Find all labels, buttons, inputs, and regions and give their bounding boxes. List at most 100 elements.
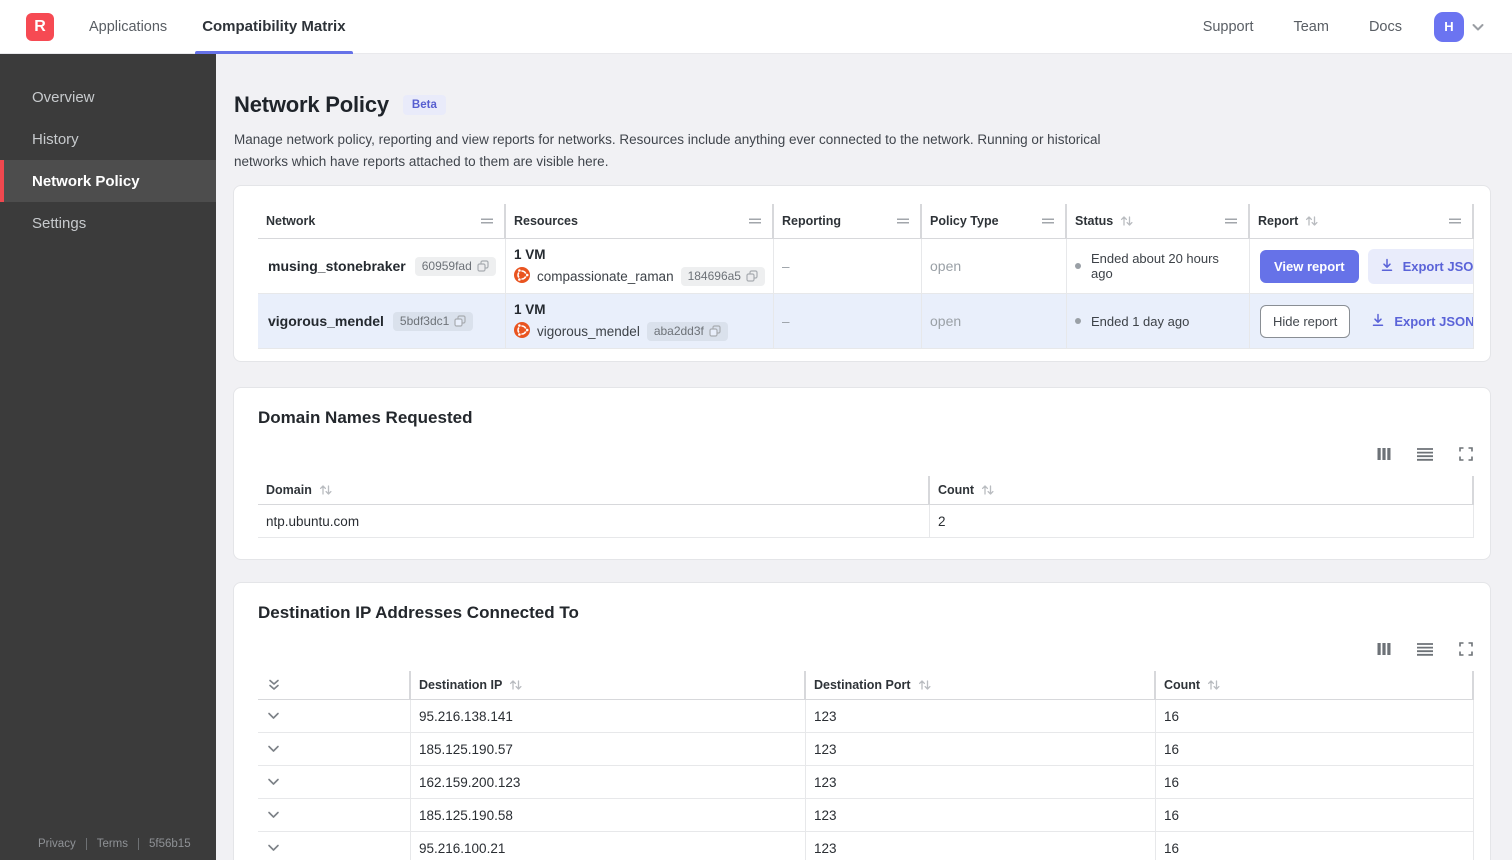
sort-arrows-icon[interactable] [1119, 215, 1135, 227]
table-row[interactable]: 185.125.190.57 123 16 [258, 733, 1474, 767]
table-row[interactable]: 95.216.100.21 123 16 [258, 832, 1474, 860]
user-menu[interactable]: H [1434, 11, 1486, 42]
main-content: Network Policy Beta Manage network polic… [216, 54, 1512, 860]
sidebar-footer: Privacy Terms 5f56b15 [0, 838, 216, 860]
chevron-down-icon [1470, 19, 1486, 35]
rows-icon[interactable] [1416, 641, 1434, 657]
sort-arrows-icon[interactable] [508, 679, 524, 691]
footer-divider [138, 838, 140, 850]
policy-type-value: open [922, 294, 1067, 349]
copy-icon[interactable] [454, 315, 466, 327]
count-value: 2 [930, 505, 1474, 538]
column-header-domain: Domain [266, 483, 312, 498]
active-tab-underline [195, 50, 353, 54]
network-id-badge: 5bdf3dc1 [392, 311, 474, 331]
destination-ip-value: 185.125.190.57 [411, 733, 806, 766]
column-header-reporting: Reporting [782, 214, 842, 229]
chevron-down-icon[interactable] [266, 744, 281, 754]
tab-applications[interactable]: Applications [89, 0, 167, 54]
view-report-button[interactable]: View report [1260, 249, 1359, 283]
drag-handle-icon[interactable] [748, 216, 762, 226]
domain-value: ntp.ubuntu.com [258, 505, 930, 538]
table-row[interactable]: 95.216.138.141 123 16 [258, 700, 1474, 734]
drag-handle-icon[interactable] [480, 216, 494, 226]
column-header-policy-type: Policy Type [930, 214, 999, 229]
sidebar-item-history[interactable]: History [0, 118, 216, 160]
beta-badge: Beta [402, 95, 446, 115]
vm-count: 1 VM [514, 246, 546, 262]
download-icon [1380, 258, 1394, 275]
chevron-down-icon[interactable] [266, 777, 281, 787]
status-dot [1075, 263, 1081, 270]
chevron-down-icon[interactable] [266, 711, 281, 721]
drag-handle-icon[interactable] [1041, 216, 1055, 226]
column-header-status: Status [1075, 214, 1114, 229]
network-name: vigorous_mendel [268, 313, 384, 330]
domains-table-header: Domain Count [258, 476, 1474, 505]
column-header-resources: Resources [514, 214, 578, 229]
count-value: 16 [1156, 700, 1474, 733]
sort-arrows-icon[interactable] [1304, 215, 1320, 227]
sort-arrows-icon[interactable] [1206, 679, 1222, 691]
columns-icon[interactable] [1376, 641, 1392, 657]
drag-handle-icon[interactable] [1448, 216, 1462, 226]
drag-handle-icon[interactable] [896, 216, 910, 226]
rows-icon[interactable] [1416, 446, 1434, 462]
sort-arrows-icon[interactable] [917, 679, 933, 691]
column-header-report: Report [1258, 214, 1299, 229]
copy-icon[interactable] [746, 270, 758, 282]
destination-ip-value: 95.216.138.141 [411, 700, 806, 733]
table-row[interactable]: 185.125.190.58 123 16 [258, 799, 1474, 833]
topbar-right: Support Team Docs H [1163, 11, 1486, 42]
networks-table-header: Network Resources Reporting Policy Type … [258, 204, 1474, 239]
avatar: H [1434, 11, 1464, 42]
destination-port-value: 123 [806, 733, 1156, 766]
vm-id-badge: aba2dd3f [646, 321, 728, 341]
copy-icon[interactable] [477, 260, 489, 272]
networks-card: Network Resources Reporting Policy Type … [233, 185, 1491, 363]
destination-ips-card: Destination IP Addresses Connected To De… [233, 582, 1491, 860]
table-row[interactable]: ntp.ubuntu.com 2 [258, 505, 1474, 539]
vm-name: compassionate_raman [537, 268, 674, 284]
count-value: 16 [1156, 832, 1474, 860]
page-description: Manage network policy, reporting and vie… [234, 132, 1101, 169]
docs-link[interactable]: Docs [1369, 19, 1402, 35]
privacy-link[interactable]: Privacy [38, 838, 76, 850]
sidebar-item-network-policy[interactable]: Network Policy [0, 160, 216, 202]
destination-port-value: 123 [806, 799, 1156, 832]
terms-link[interactable]: Terms [97, 838, 128, 850]
fullscreen-icon[interactable] [1458, 446, 1474, 462]
status-dot [1075, 318, 1081, 325]
destination-ip-value: 185.125.190.58 [411, 799, 806, 832]
reporting-value: – [774, 294, 922, 349]
sort-arrows-icon[interactable] [318, 484, 334, 496]
hide-report-button[interactable]: Hide report [1260, 304, 1351, 338]
double-chevron-down-icon[interactable] [266, 678, 282, 693]
copy-icon[interactable] [709, 325, 721, 337]
sidebar: Overview History Network Policy Settings… [0, 54, 216, 860]
table-row[interactable]: 162.159.200.123 123 16 [258, 766, 1474, 800]
sidebar-item-settings[interactable]: Settings [0, 202, 216, 244]
table-toolbar [258, 641, 1474, 657]
support-link[interactable]: Support [1203, 19, 1254, 35]
fullscreen-icon[interactable] [1458, 641, 1474, 657]
destination-ip-value: 95.216.100.21 [411, 832, 806, 860]
ubuntu-icon [514, 266, 530, 286]
columns-icon[interactable] [1376, 446, 1392, 462]
table-row[interactable]: vigorous_mendel 5bdf3dc1 1 VM vigorous_m… [258, 294, 1474, 350]
tab-compatibility-matrix[interactable]: Compatibility Matrix [195, 0, 353, 54]
chevron-down-icon[interactable] [266, 810, 281, 820]
page-title: Network Policy [234, 92, 389, 117]
chevron-down-icon[interactable] [266, 843, 281, 853]
vm-id-badge: 184696a5 [680, 266, 765, 286]
sidebar-item-overview[interactable]: Overview [0, 76, 216, 118]
export-json-button[interactable]: Export JSON [1359, 304, 1473, 339]
team-link[interactable]: Team [1293, 19, 1328, 35]
count-value: 16 [1156, 766, 1474, 799]
domain-names-card: Domain Names Requested Domain Count ntp.… [233, 387, 1491, 561]
drag-handle-icon[interactable] [1224, 216, 1238, 226]
brand-r-icon[interactable]: R [26, 12, 54, 41]
sort-arrows-icon[interactable] [980, 484, 996, 496]
export-json-button[interactable]: Export JSON [1367, 248, 1473, 284]
table-row[interactable]: musing_stonebraker 60959fad 1 VM compass… [258, 239, 1474, 295]
